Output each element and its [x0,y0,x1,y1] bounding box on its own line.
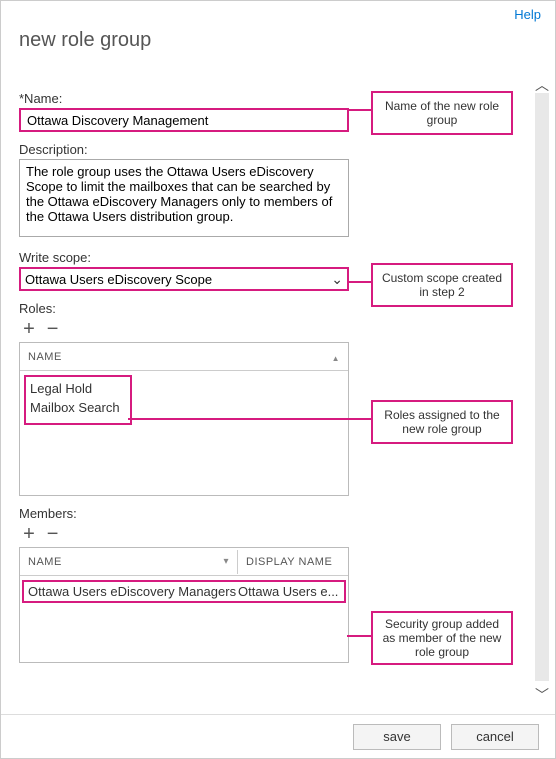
annotation-connector [349,281,371,283]
members-label: Members: [19,506,349,521]
write-scope-label: Write scope: [19,250,349,265]
description-label: Description: [19,142,349,157]
annotation-connector [347,635,371,637]
annotation-members: Security group added as member of the ne… [371,611,513,665]
members-column-display[interactable]: DISPLAY NAME [238,550,348,574]
annotation-connector [349,109,371,111]
cancel-button[interactable]: cancel [451,724,539,750]
scroll-up-icon[interactable]: ︿ [533,75,551,95]
list-item[interactable]: Legal Hold [30,379,126,398]
list-item[interactable]: Mailbox Search [30,398,126,417]
annotation-roles: Roles assigned to the new role group [371,400,513,444]
add-member-button[interactable]: + [19,525,39,543]
table-row[interactable]: Ottawa Users eDiscovery Managers Ottawa … [22,580,346,603]
name-input[interactable] [19,108,349,132]
remove-member-button[interactable]: − [43,525,63,543]
write-scope-select[interactable] [19,267,349,291]
member-name-cell: Ottawa Users eDiscovery Managers [28,584,238,599]
remove-role-button[interactable]: − [43,320,63,338]
roles-column-name[interactable]: NAME [20,345,348,369]
footer: save cancel [1,714,555,758]
save-button[interactable]: save [353,724,441,750]
members-list: NAME DISPLAY NAME Ottawa Users eDiscover… [19,547,349,663]
annotation-scope: Custom scope created in step 2 [371,263,513,307]
add-role-button[interactable]: + [19,320,39,338]
scroll-down-icon[interactable]: ﹀ [533,685,551,705]
member-display-cell: Ottawa Users e... [238,584,340,599]
members-column-name[interactable]: NAME [20,550,238,574]
annotation-connector [128,418,371,420]
help-link[interactable]: Help [514,7,541,22]
name-label: *Name: [19,91,349,106]
description-textarea[interactable]: The role group uses the Ottawa Users eDi… [19,159,349,237]
scrollbar[interactable] [535,93,549,681]
roles-label: Roles: [19,301,349,316]
page-title: new role group [19,29,151,52]
roles-items: Legal Hold Mailbox Search [24,375,132,425]
annotation-name: Name of the new role group [371,91,513,135]
